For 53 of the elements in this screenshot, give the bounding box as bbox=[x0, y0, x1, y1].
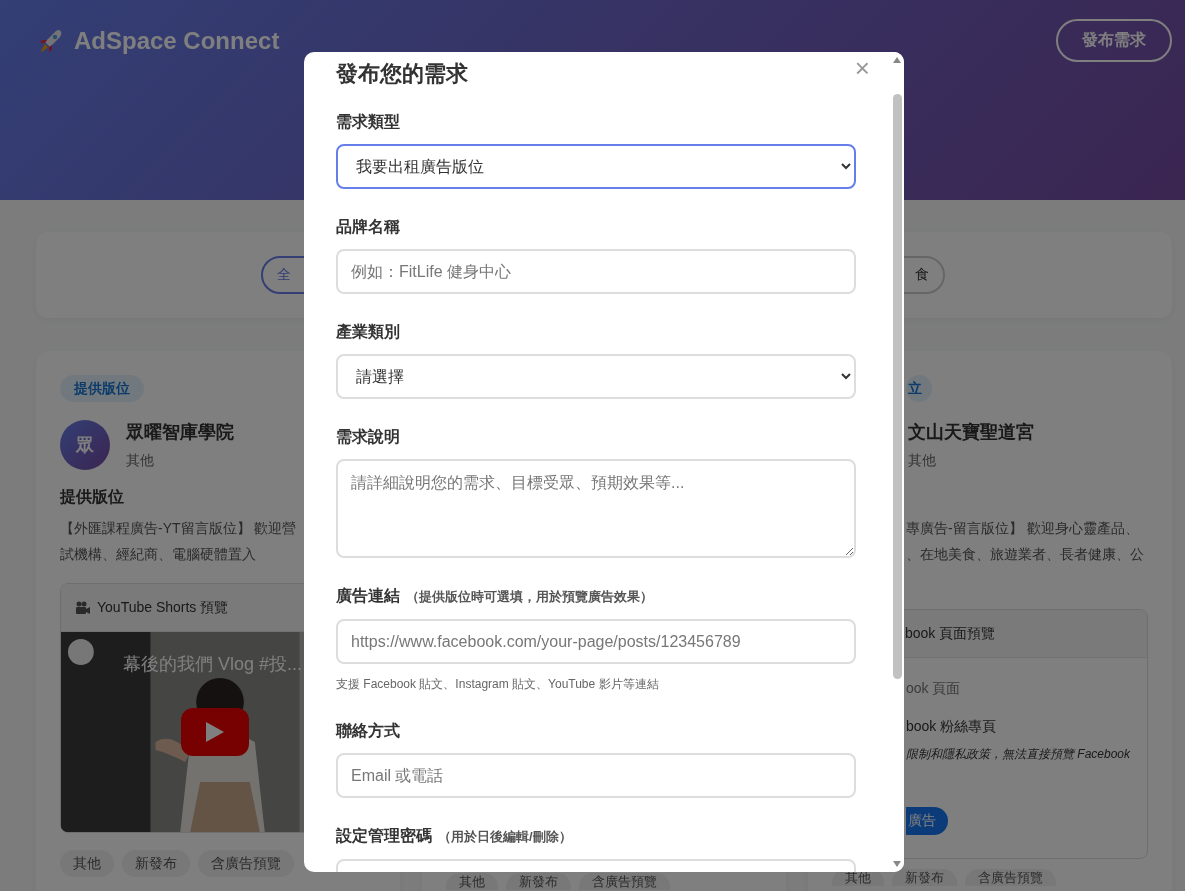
scroll-up-icon[interactable] bbox=[893, 57, 901, 63]
preview-line: ook 頁面 bbox=[906, 679, 961, 698]
tag: 含廣告預覽 bbox=[198, 850, 294, 877]
listing-name: 眾曜智庫學院 bbox=[126, 421, 234, 444]
tag: 新發布 bbox=[892, 869, 957, 886]
description-line: 專廣告-留言版位】 歡迎身心靈產品、 bbox=[906, 519, 1140, 538]
field-label: 聯絡方式 bbox=[336, 721, 401, 741]
field-label: 需求類型 bbox=[336, 112, 401, 132]
field-label: 品牌名稱 bbox=[336, 217, 401, 237]
video-camera-icon bbox=[75, 600, 91, 615]
input-field[interactable]: Email 或電話 bbox=[336, 753, 856, 798]
offer-badge: 立 bbox=[906, 375, 932, 402]
logo-text: AdSpace Connect bbox=[74, 27, 280, 55]
listing-category: 其他 bbox=[126, 452, 154, 470]
description-line: 試機構、經紀商、電腦硬體置入 bbox=[60, 545, 257, 564]
preview-title: book 頁面預覽 bbox=[905, 624, 996, 643]
tag: 新發布 bbox=[122, 850, 190, 877]
avatar: 眾 bbox=[60, 420, 110, 470]
play-icon bbox=[206, 722, 224, 742]
description-line: 【外匯課程廣告-YT留言版位】 歡迎營 bbox=[60, 519, 298, 538]
field-hint: （用於日後編輯/刪除） bbox=[438, 829, 572, 844]
preview-note: 限制和隱私政策，無法直接預覽 Facebook bbox=[906, 746, 1131, 763]
scrollbar[interactable] bbox=[890, 52, 904, 872]
field-label: 設定管理密碼 （用於日後編輯/刪除） bbox=[336, 826, 573, 846]
close-button[interactable]: × bbox=[854, 54, 870, 82]
play-button[interactable] bbox=[181, 708, 249, 756]
tag: 含廣告預覽 bbox=[965, 869, 1056, 886]
listing-category: 其他 bbox=[908, 452, 936, 470]
field-label: 需求說明 bbox=[336, 427, 401, 447]
field-hint: （提供版位時可選填，用於預覽廣告效果） bbox=[406, 589, 653, 604]
scroll-down-icon[interactable] bbox=[893, 861, 901, 867]
description-line: 、在地美食、旅遊業者、長者健康、公 bbox=[906, 545, 1145, 564]
textarea-field[interactable]: 請詳細說明您的需求、目標受眾、預期效果等... bbox=[336, 459, 856, 558]
field-label: 廣告連結 （提供版位時可選填，用於預覽廣告效果） bbox=[336, 586, 654, 606]
tag: 其他 bbox=[446, 873, 498, 890]
preview-title: YouTube Shorts 預覽 bbox=[97, 598, 229, 617]
view-ad-button[interactable]: 廣告 bbox=[906, 807, 948, 835]
select-field[interactable]: 請選擇 bbox=[336, 354, 856, 399]
tag: 其他 bbox=[60, 850, 114, 877]
field-label: 產業類別 bbox=[336, 322, 401, 342]
tag: 新發布 bbox=[506, 873, 571, 890]
rocket-icon bbox=[38, 28, 64, 54]
tag: 含廣告預覽 bbox=[579, 873, 670, 890]
post-request-button[interactable]: 發布需求 bbox=[1056, 19, 1172, 62]
help-text: 支援 Facebook 貼文、Instagram 貼文、YouTube 影片等連結 bbox=[336, 676, 660, 693]
preview-line: book 粉絲專頁 bbox=[906, 717, 997, 736]
input-field[interactable]: https://www.facebook.com/your-page/posts/123456789 bbox=[336, 619, 856, 664]
section-heading: 提供版位 bbox=[60, 488, 124, 505]
input-field[interactable]: 例如：FitLife 健身中心 bbox=[336, 249, 856, 294]
select-field[interactable]: 我要出租廣告版位 bbox=[336, 144, 856, 189]
offer-badge: 提供版位 bbox=[60, 375, 144, 402]
dialog-title: 發布您的需求 bbox=[336, 60, 469, 88]
listing-name: 文山天寶聖道宮 bbox=[908, 421, 1034, 444]
